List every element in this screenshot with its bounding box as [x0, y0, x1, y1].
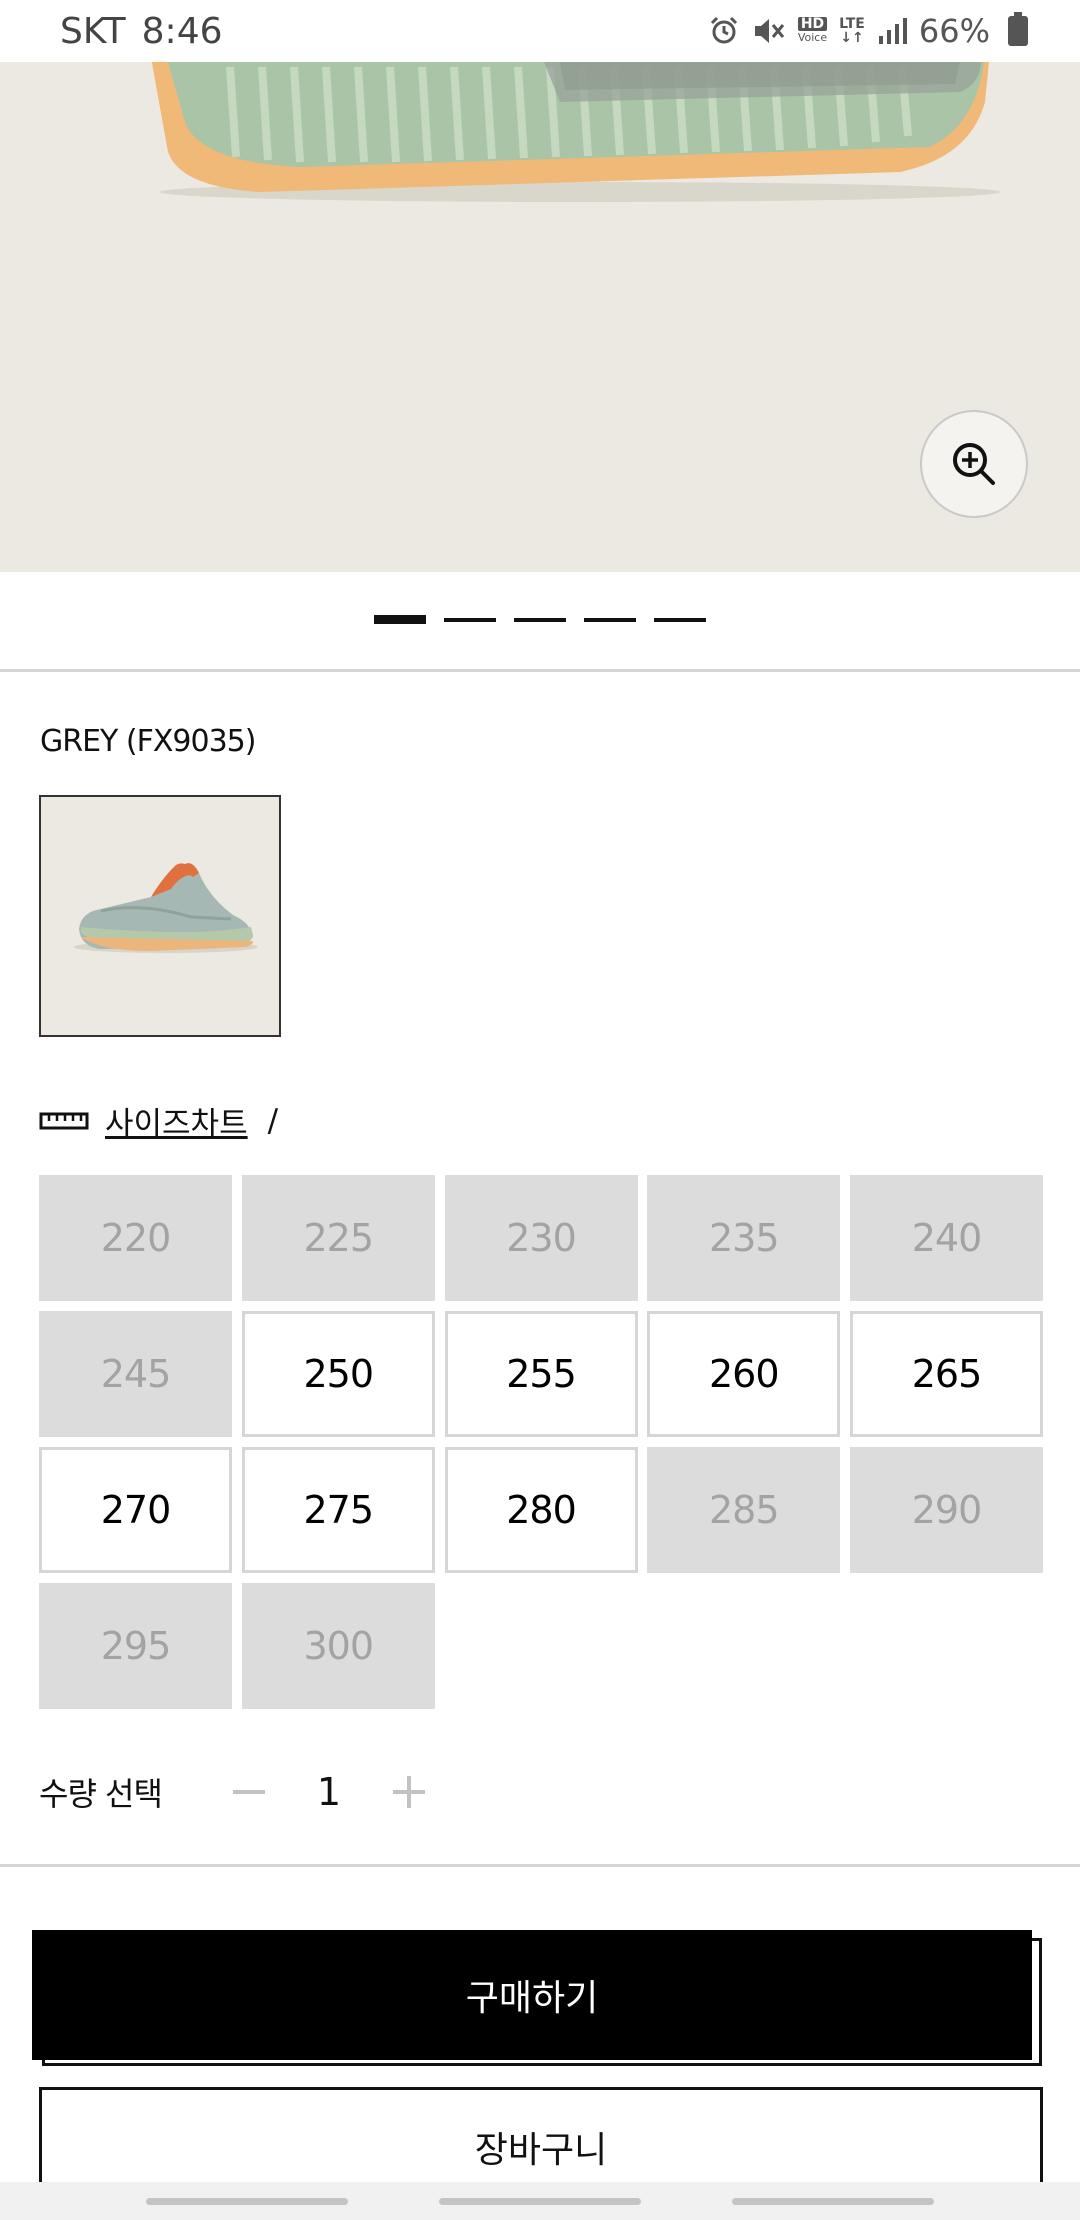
size-option-260[interactable]: 260: [647, 1311, 841, 1437]
plus-icon: [393, 1776, 425, 1808]
quantity-label: 수량 선택: [39, 1775, 163, 1813]
system-navigation-bar: [0, 2182, 1080, 2220]
clock: 8:46: [141, 10, 223, 52]
size-option-220: 220: [39, 1175, 232, 1301]
voice-label: Voice: [797, 31, 828, 44]
carousel-dot-1[interactable]: [374, 615, 426, 624]
size-option-280[interactable]: 280: [444, 1447, 638, 1573]
sneaker-side-image: [151, 62, 1000, 202]
size-option-295: 295: [39, 1583, 232, 1709]
divider-top: [0, 669, 1080, 672]
nav-recent-apps[interactable]: [145, 2197, 348, 2205]
size-option-300: 300: [241, 1583, 435, 1709]
battery-icon: [1008, 12, 1028, 46]
carrier-label: SKT: [60, 10, 126, 52]
nav-back[interactable]: [732, 2197, 935, 2205]
quantity-value: 1: [316, 1770, 342, 1814]
sneaker-thumbnail-image: [74, 863, 258, 953]
carousel-dot-4[interactable]: [584, 618, 636, 622]
signal-icon: [877, 16, 907, 46]
data-arrows-icon: ↓↑: [840, 30, 864, 46]
status-left: SKT 8:46: [60, 11, 223, 52]
size-option-265[interactable]: 265: [850, 1311, 1043, 1437]
quantity-selector: 수량 선택 1: [39, 1762, 439, 1822]
size-option-250[interactable]: 250: [241, 1311, 435, 1437]
size-option-240: 240: [850, 1175, 1043, 1301]
size-option-270[interactable]: 270: [39, 1447, 232, 1573]
status-bar: SKT 8:46 HD Voice LTE ↓↑ 66%: [0, 0, 1080, 62]
quantity-increase-button[interactable]: [379, 1762, 439, 1822]
carousel-dot-5[interactable]: [654, 618, 706, 622]
divider-bottom: [0, 1864, 1080, 1867]
size-option-275[interactable]: 275: [241, 1447, 435, 1573]
size-chart-link[interactable]: 사이즈차트: [105, 1098, 248, 1143]
size-option-235: 235: [647, 1175, 841, 1301]
quantity-decrease-button[interactable]: [219, 1762, 279, 1822]
lte-label: LTE: [839, 16, 865, 32]
hd-voice-indicator: HD Voice: [797, 17, 828, 45]
alarm-icon: [708, 15, 740, 47]
zoom-in-icon: [953, 443, 995, 485]
hd-label: HD: [797, 17, 828, 31]
color-option-thumbnail[interactable]: [39, 795, 281, 1037]
size-option-225: 225: [241, 1175, 435, 1301]
carousel-dot-3[interactable]: [514, 618, 566, 622]
size-option-285: 285: [647, 1447, 841, 1573]
size-option-245: 245: [39, 1311, 232, 1437]
carousel-dot-2[interactable]: [444, 618, 496, 622]
color-label: GREY (FX9035): [40, 724, 256, 759]
mute-icon: [752, 15, 786, 47]
product-image-carousel[interactable]: [0, 62, 1080, 572]
ruler-icon: [39, 1112, 89, 1129]
minus-icon: [233, 1790, 265, 1794]
size-option-255[interactable]: 255: [444, 1311, 638, 1437]
size-chart-row: 사이즈차트 /: [39, 1098, 278, 1143]
battery-percent: 66%: [918, 12, 990, 50]
size-grid: 220 225 230 235 240 245 250 255 260 265 270 275 280 2…: [39, 1175, 1043, 1709]
carousel-indicators: [0, 615, 1080, 624]
status-right: HD Voice LTE ↓↑ 66%: [708, 12, 1028, 50]
size-option-230: 230: [444, 1175, 638, 1301]
buy-button[interactable]: 구매하기: [32, 1930, 1032, 2060]
lte-indicator: LTE ↓↑: [839, 17, 865, 45]
size-option-290: 290: [850, 1447, 1043, 1573]
buy-button-wrapper: 구매하기: [32, 1930, 1042, 2066]
nav-home[interactable]: [438, 2197, 641, 2205]
zoom-button[interactable]: [920, 410, 1028, 518]
size-chart-separator: /: [267, 1102, 279, 1139]
product-page: SKT 8:46 HD Voice LTE ↓↑ 66% GREY (FX903…: [0, 0, 1080, 2220]
